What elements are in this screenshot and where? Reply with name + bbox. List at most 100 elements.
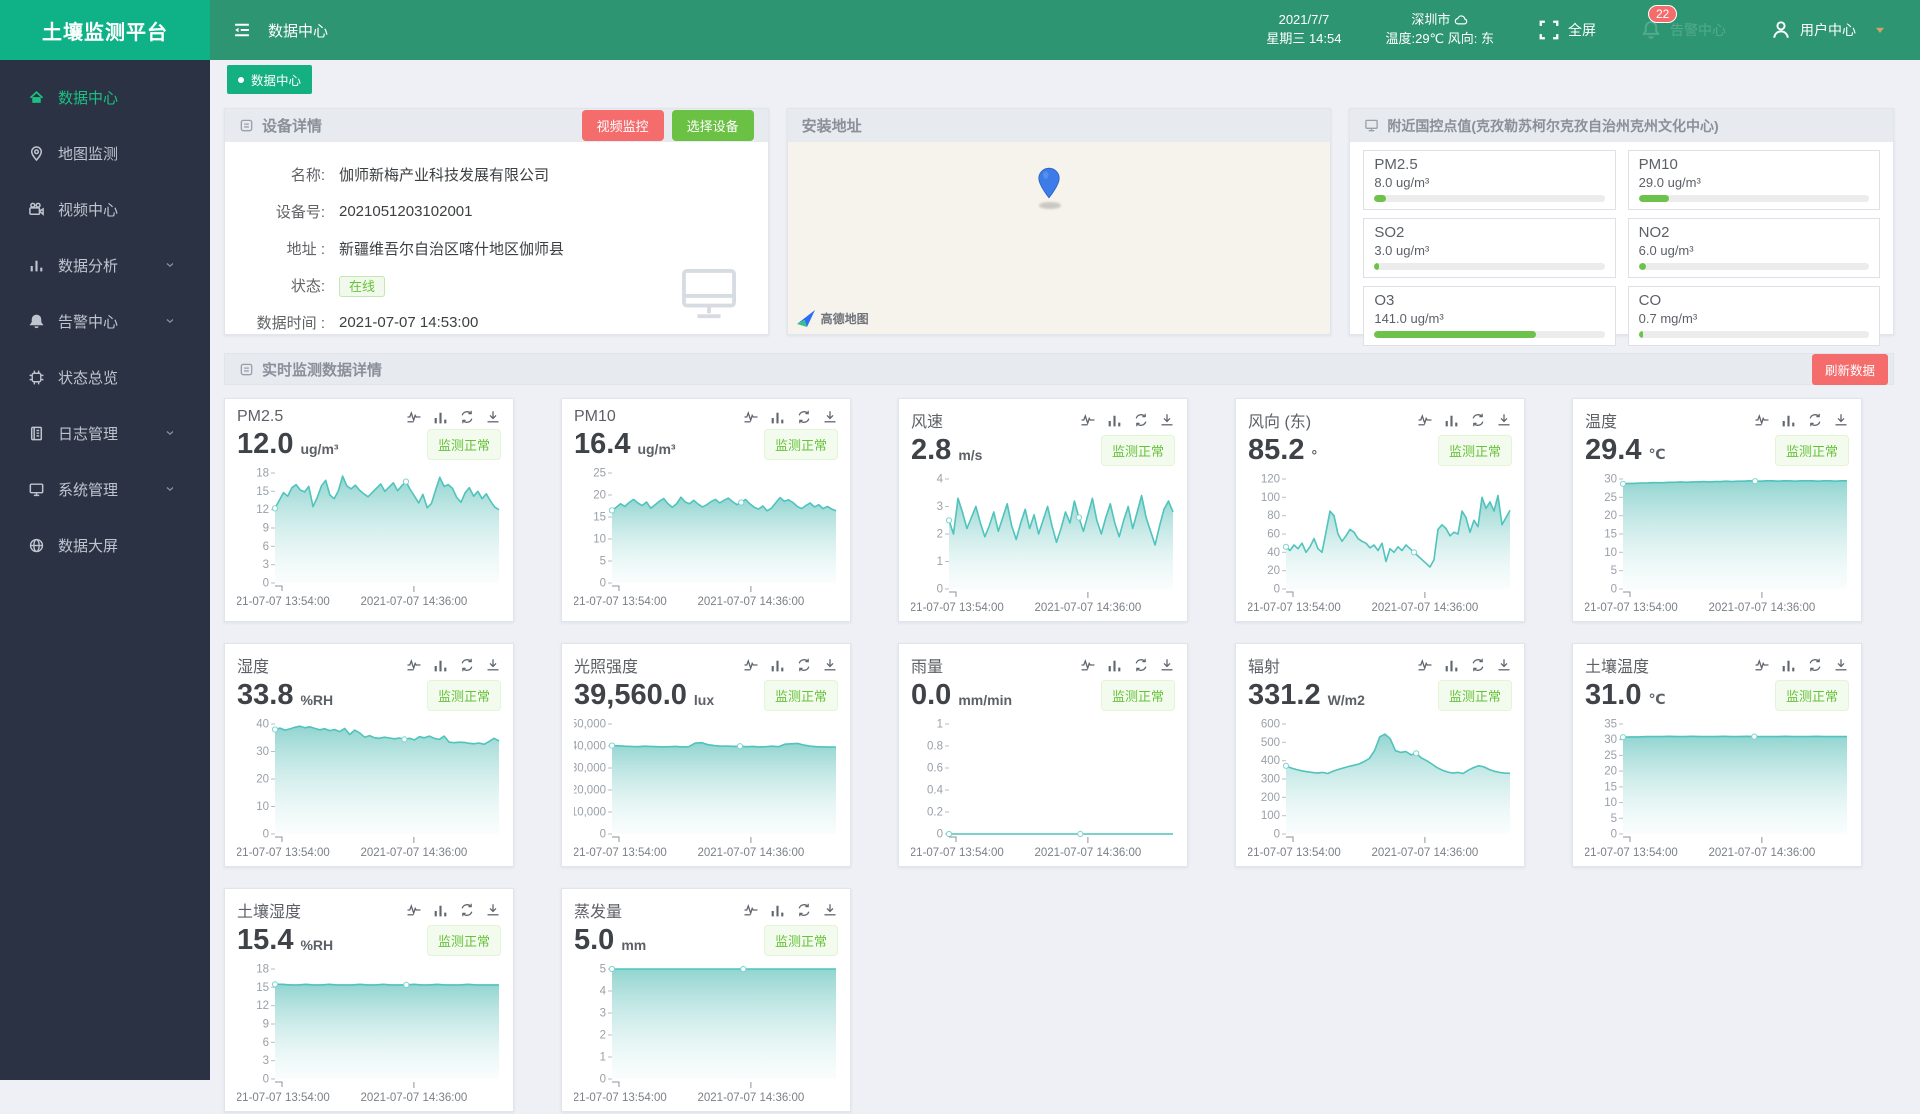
refresh-icon[interactable] — [459, 657, 475, 674]
download-icon[interactable] — [485, 657, 501, 674]
map-canvas[interactable]: 高德地图 — [787, 142, 1331, 334]
bar-chart-icon[interactable] — [769, 409, 786, 426]
sidebar-item-label: 数据分析 — [58, 257, 119, 275]
svg-text:2021-07-07 13:54:00: 2021-07-07 13:54:00 — [237, 847, 330, 859]
caret-down-icon[interactable] — [1874, 25, 1886, 35]
map-marker-icon[interactable] — [1037, 167, 1061, 199]
line-chart-icon[interactable] — [1417, 412, 1433, 429]
sidebar-item-label: 状态总览 — [58, 369, 119, 387]
line-chart-icon[interactable] — [406, 902, 422, 919]
bar-chart-icon[interactable] — [1443, 412, 1460, 429]
sidebar-item[interactable]: 状态总览 — [0, 354, 210, 400]
download-icon[interactable] — [822, 657, 838, 674]
cloud-icon — [1454, 14, 1468, 26]
refresh-icon[interactable] — [1470, 657, 1486, 674]
download-icon[interactable] — [485, 902, 501, 919]
sidebar-item[interactable]: 告警中心 — [0, 298, 210, 344]
bar-chart-icon[interactable] — [769, 657, 786, 674]
pollutant-value: 8.0 ug/m³ — [1374, 175, 1430, 190]
line-chart-icon[interactable] — [406, 657, 422, 674]
svg-text:2021-07-07 13:54:00: 2021-07-07 13:54:00 — [1585, 847, 1678, 859]
status-badge: 监测正常 — [763, 925, 838, 956]
download-icon[interactable] — [822, 409, 838, 426]
fullscreen-button[interactable]: 全屏 — [1538, 19, 1596, 41]
refresh-icon[interactable] — [796, 409, 812, 426]
breadcrumb-tab[interactable]: 数据中心 — [227, 65, 313, 94]
line-chart-icon[interactable] — [406, 409, 422, 426]
refresh-data-button[interactable]: 刷新数据 — [1811, 353, 1888, 385]
user-center-button[interactable]: 用户中心 — [1770, 19, 1856, 41]
svg-text:30: 30 — [256, 746, 269, 758]
svg-text:500: 500 — [1261, 737, 1280, 749]
line-chart-icon[interactable] — [743, 409, 759, 426]
download-icon[interactable] — [485, 409, 501, 426]
svg-text:15: 15 — [1604, 529, 1617, 541]
video-monitor-button[interactable]: 视频监控 — [581, 110, 664, 141]
line-chart-icon[interactable] — [743, 657, 759, 674]
download-icon[interactable] — [1496, 412, 1512, 429]
line-chart-icon[interactable] — [1754, 412, 1770, 429]
sensor-unit: %RH — [300, 691, 334, 708]
bar-chart-icon[interactable] — [1106, 412, 1123, 429]
refresh-icon[interactable] — [796, 902, 812, 919]
svg-text:2021-07-07 13:54:00: 2021-07-07 13:54:00 — [237, 1092, 330, 1104]
refresh-icon[interactable] — [1133, 657, 1149, 674]
pollutant-value: 0.7 mg/m³ — [1638, 311, 1698, 326]
svg-text:3: 3 — [600, 1008, 606, 1020]
line-chart-icon[interactable] — [1080, 657, 1096, 674]
pollutant-value: 6.0 ug/m³ — [1638, 243, 1694, 258]
svg-text:2021-07-07 13:54:00: 2021-07-07 13:54:00 — [911, 847, 1004, 859]
sidebar-item[interactable]: 数据大屏 — [0, 522, 210, 568]
svg-text:20: 20 — [1604, 766, 1617, 778]
pollutant-value: 141.0 ug/m³ — [1374, 311, 1444, 326]
line-chart-icon[interactable] — [1080, 412, 1096, 429]
bar-chart-icon[interactable] — [1780, 657, 1797, 674]
menu-fold-icon[interactable] — [232, 20, 252, 40]
bar-chart-icon[interactable] — [1106, 657, 1123, 674]
video-camera-icon — [27, 201, 45, 218]
chart-title: PM10 — [574, 408, 616, 425]
sidebar-item[interactable]: 视频中心 — [0, 186, 210, 232]
download-icon[interactable] — [1833, 657, 1849, 674]
topbar-nav-label[interactable]: 数据中心 — [268, 20, 328, 41]
sidebar-item[interactable]: 日志管理 — [0, 410, 210, 456]
refresh-icon[interactable] — [796, 657, 812, 674]
download-icon[interactable] — [1833, 412, 1849, 429]
progress-fill — [1374, 331, 1536, 338]
alarm-center-button[interactable]: 22 告警中心 — [1640, 5, 1726, 41]
sidebar-item[interactable]: 数据中心 — [0, 74, 210, 120]
sensor-unit: lux — [693, 691, 715, 708]
sidebar-item[interactable]: 系统管理 — [0, 466, 210, 512]
refresh-icon[interactable] — [1807, 657, 1823, 674]
bar-chart-icon[interactable] — [432, 902, 449, 919]
refresh-icon[interactable] — [1470, 412, 1486, 429]
progress-fill — [1374, 195, 1386, 202]
bar-chart-icon[interactable] — [1443, 657, 1460, 674]
svg-text:2021-07-07 14:36:00: 2021-07-07 14:36:00 — [361, 1092, 468, 1104]
sidebar-item[interactable]: 数据分析 — [0, 242, 210, 288]
sidebar-item[interactable]: 地图监测 — [0, 130, 210, 176]
download-icon[interactable] — [1159, 412, 1175, 429]
download-icon[interactable] — [1496, 657, 1512, 674]
line-chart-icon[interactable] — [1417, 657, 1433, 674]
bar-chart-icon[interactable] — [432, 657, 449, 674]
svg-text:0: 0 — [1611, 829, 1617, 841]
svg-text:40: 40 — [256, 719, 269, 731]
refresh-icon[interactable] — [1133, 412, 1149, 429]
refresh-icon[interactable] — [1807, 412, 1823, 429]
download-icon[interactable] — [1159, 657, 1175, 674]
refresh-icon[interactable] — [459, 409, 475, 426]
pollutant-label: PM10 — [1638, 156, 1678, 173]
line-chart-icon[interactable] — [1754, 657, 1770, 674]
download-icon[interactable] — [822, 902, 838, 919]
field-value: 2021051203102001 — [339, 203, 473, 220]
bar-chart-icon[interactable] — [769, 902, 786, 919]
refresh-icon[interactable] — [459, 902, 475, 919]
field-label: 名称: — [290, 167, 325, 184]
select-device-button[interactable]: 选择设备 — [671, 110, 754, 141]
line-chart-icon[interactable] — [743, 902, 759, 919]
area-chart: 0 0.2 0.4 0.6 0.8 1 2021-07-07 13:54:00 2021-07… — [897, 719, 1173, 859]
bar-chart-icon[interactable] — [1780, 412, 1797, 429]
bar-chart-icon[interactable] — [432, 409, 449, 426]
svg-text:2021-07-07 14:36:00: 2021-07-07 14:36:00 — [1709, 847, 1816, 859]
